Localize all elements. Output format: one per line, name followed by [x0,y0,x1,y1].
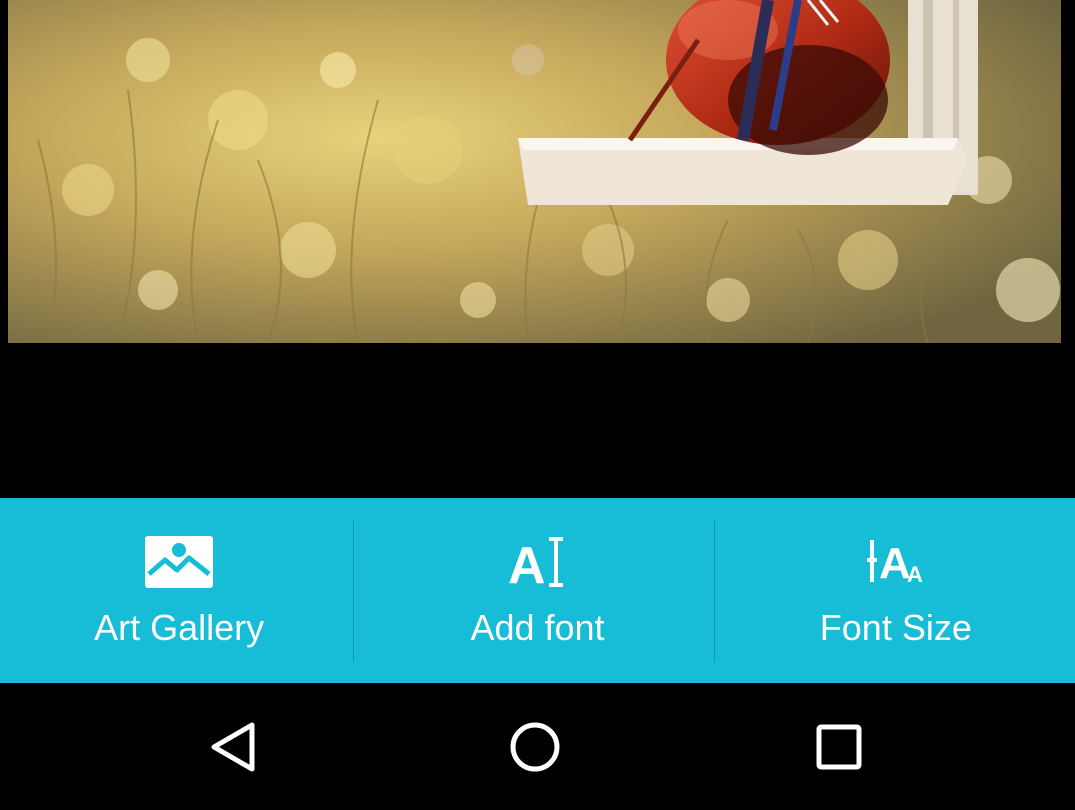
back-triangle-icon [211,722,255,772]
art-gallery-button[interactable]: Art Gallery [0,498,358,683]
art-gallery-label: Art Gallery [94,607,265,648]
text-cursor-icon: A [508,534,566,590]
toolbar-divider [353,520,354,662]
app-screen: Art Gallery A Add font A A Font Size [0,0,1075,810]
system-nav-bar [0,684,1075,810]
background-photo[interactable] [8,0,1061,343]
font-size-icon: A A [866,534,925,590]
add-font-label: Add font [470,607,605,648]
back-button[interactable] [198,712,268,782]
add-font-button[interactable]: A Add font [358,498,716,683]
home-circle-icon [510,722,560,772]
toolbar-divider [714,520,715,662]
image-icon [145,534,214,590]
recents-square-icon [816,724,862,770]
photo-illustration [8,0,1061,343]
font-size-button[interactable]: A A Font Size [717,498,1075,683]
svg-text:A: A [508,537,546,589]
svg-text:A: A [907,562,923,586]
font-size-label: Font Size [819,607,972,648]
home-button[interactable] [500,712,570,782]
recents-button[interactable] [804,712,874,782]
svg-text:A: A [879,539,911,586]
bottom-toolbar: Art Gallery A Add font A A Font Size [0,498,1075,683]
